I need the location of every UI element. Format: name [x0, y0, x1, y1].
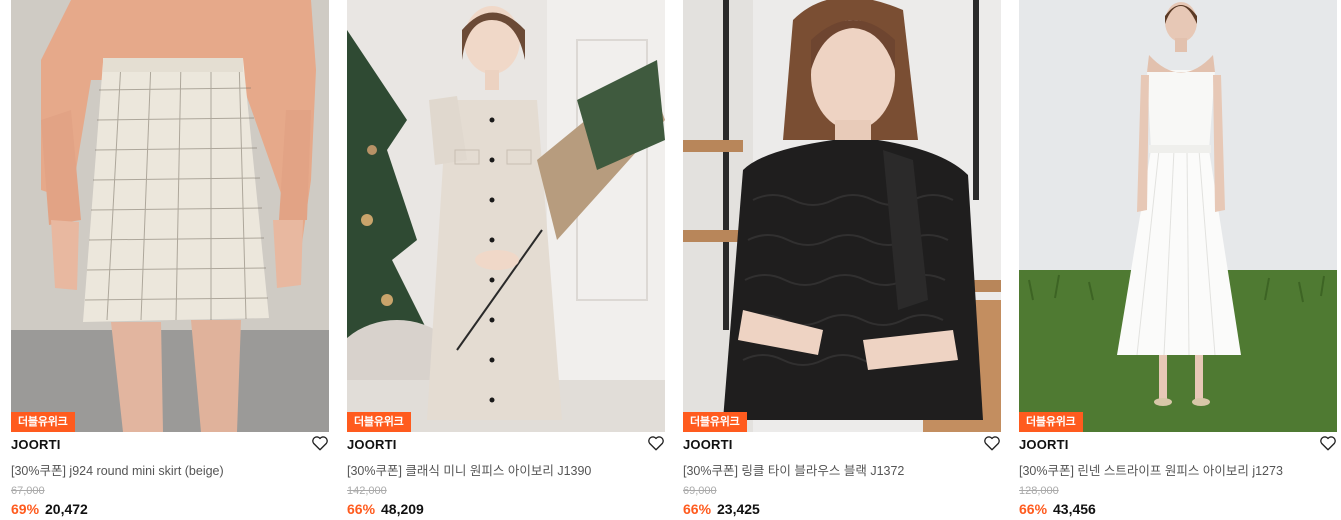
product-image[interactable]: [1019, 0, 1337, 432]
product-image[interactable]: [347, 0, 665, 432]
product-image[interactable]: [11, 0, 329, 432]
promo-badge: 더블유위크: [347, 412, 411, 432]
product-card[interactable]: 더블유위크 JOORTI [30%쿠폰] 린넨 스트라이프 원피스 아이보리 j…: [1019, 0, 1337, 520]
brand-name: JOORTI: [1019, 437, 1069, 452]
promo-badge: 더블유위크: [1019, 412, 1083, 432]
heart-outline-icon[interactable]: [983, 434, 1001, 452]
product-photo-blouse: [683, 0, 1001, 432]
heart-outline-icon[interactable]: [647, 434, 665, 452]
sale-price: 48,209: [381, 501, 424, 517]
product-photo-skirt: [11, 0, 329, 432]
discount-rate: 66%: [1019, 501, 1048, 517]
sale-price: 23,425: [717, 501, 760, 517]
sale-price: 43,456: [1053, 501, 1096, 517]
discount-rate: 66%: [683, 501, 712, 517]
discount-rate: 69%: [11, 501, 40, 517]
product-card[interactable]: 더블유위크 JOORTI [30%쿠폰] 클래식 미니 원피스 아이보리 J13…: [347, 0, 665, 520]
product-image[interactable]: [683, 0, 1001, 432]
product-card[interactable]: 더블유위크 JOORTI [30%쿠폰] 링클 타이 블라우스 블랙 J1372…: [683, 0, 1001, 520]
original-price: 69,000: [683, 485, 717, 497]
brand-name: JOORTI: [11, 437, 61, 452]
product-photo-linen-dress: [1019, 0, 1337, 432]
product-photo-dress: [347, 0, 665, 432]
product-card[interactable]: 더블유위크 JOORTI [30%쿠폰] j924 round mini ski…: [11, 0, 329, 520]
promo-badge: 더블유위크: [683, 412, 747, 432]
brand-name: JOORTI: [347, 437, 397, 452]
product-name[interactable]: [30%쿠폰] 링클 타이 블라우스 블랙 J1372: [683, 460, 983, 479]
discount-rate: 66%: [347, 501, 376, 517]
promo-badge: 더블유위크: [11, 412, 75, 432]
sale-price: 20,472: [45, 501, 88, 517]
original-price: 142,000: [347, 485, 387, 497]
product-name[interactable]: [30%쿠폰] 클래식 미니 원피스 아이보리 J1390: [347, 460, 647, 479]
heart-outline-icon[interactable]: [311, 434, 329, 452]
original-price: 67,000: [11, 485, 45, 497]
original-price: 128,000: [1019, 485, 1059, 497]
brand-name: JOORTI: [683, 437, 733, 452]
product-name[interactable]: [30%쿠폰] j924 round mini skirt (beige): [11, 460, 311, 479]
product-name[interactable]: [30%쿠폰] 린넨 스트라이프 원피스 아이보리 j1273: [1019, 460, 1319, 479]
heart-outline-icon[interactable]: [1319, 434, 1337, 452]
